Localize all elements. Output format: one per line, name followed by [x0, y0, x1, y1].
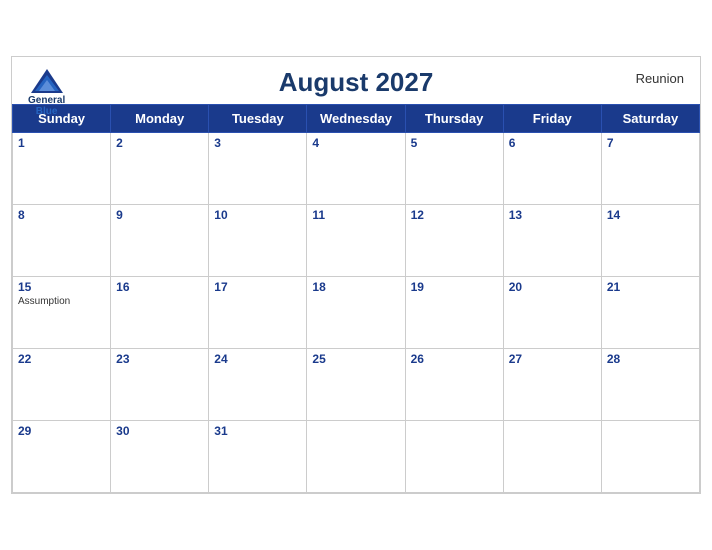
date-number: 25 — [312, 352, 399, 366]
calendar-day-cell: 26 — [405, 349, 503, 421]
calendar-day-cell — [307, 421, 405, 493]
calendar-day-cell: 7 — [601, 133, 699, 205]
date-number: 9 — [116, 208, 203, 222]
calendar-day-cell: 11 — [307, 205, 405, 277]
date-number: 19 — [411, 280, 498, 294]
calendar-week-row: 29 30 31 — [13, 421, 700, 493]
date-number: 26 — [411, 352, 498, 366]
calendar-day-cell: 17 — [209, 277, 307, 349]
calendar-title: August 2027 — [279, 67, 434, 98]
calendar-day-cell: 2 — [111, 133, 209, 205]
calendar-day-cell: 24 — [209, 349, 307, 421]
calendar-day-cell: 28 — [601, 349, 699, 421]
calendar-day-cell: 19 — [405, 277, 503, 349]
calendar-day-cell: 3 — [209, 133, 307, 205]
date-number: 8 — [18, 208, 105, 222]
logo-general-text: General — [28, 95, 65, 106]
header-friday: Friday — [503, 105, 601, 133]
calendar-day-cell: 14 — [601, 205, 699, 277]
calendar-day-cell: 21 — [601, 277, 699, 349]
region-label: Reunion — [636, 71, 684, 86]
date-number: 24 — [214, 352, 301, 366]
date-number: 13 — [509, 208, 596, 222]
date-number: 29 — [18, 424, 105, 438]
date-number: 4 — [312, 136, 399, 150]
calendar-day-cell: 29 — [13, 421, 111, 493]
date-number: 5 — [411, 136, 498, 150]
calendar-day-cell — [405, 421, 503, 493]
calendar-day-cell: 10 — [209, 205, 307, 277]
calendar-week-row: 1234567 — [13, 133, 700, 205]
header-saturday: Saturday — [601, 105, 699, 133]
calendar-day-cell: 30 — [111, 421, 209, 493]
weekday-header-row: Sunday Monday Tuesday Wednesday Thursday… — [13, 105, 700, 133]
calendar-day-cell: 13 — [503, 205, 601, 277]
calendar-body: 123456789101112131415Assumption161718192… — [13, 133, 700, 493]
date-number: 18 — [312, 280, 399, 294]
logo-area: General Blue — [28, 67, 65, 117]
date-number: 7 — [607, 136, 694, 150]
calendar-week-row: 89 10 11 12 13 14 — [13, 205, 700, 277]
calendar-day-cell: 5 — [405, 133, 503, 205]
date-number: 14 — [607, 208, 694, 222]
date-number: 28 — [607, 352, 694, 366]
calendar-day-cell: 20 — [503, 277, 601, 349]
date-number: 22 — [18, 352, 105, 366]
calendar-week-row: 15 Assumption 16 17 18 19 20 21 — [13, 277, 700, 349]
holiday-label: Assumption — [18, 296, 105, 307]
calendar-day-cell: 22 — [13, 349, 111, 421]
date-number: 27 — [509, 352, 596, 366]
calendar-day-cell: 8 — [13, 205, 111, 277]
calendar-day-cell — [601, 421, 699, 493]
date-number: 21 — [607, 280, 694, 294]
date-number: 15 — [18, 280, 105, 294]
calendar-day-cell: 9 — [111, 205, 209, 277]
calendar-day-cell: 1 — [13, 133, 111, 205]
calendar-day-cell: 4 — [307, 133, 405, 205]
calendar-day-cell — [503, 421, 601, 493]
calendar-day-cell: 15 Assumption — [13, 277, 111, 349]
calendar-header: General Blue August 2027 Reunion — [12, 57, 700, 104]
calendar-day-cell: 16 — [111, 277, 209, 349]
date-number: 12 — [411, 208, 498, 222]
date-number: 23 — [116, 352, 203, 366]
calendar-day-cell: 27 — [503, 349, 601, 421]
date-number: 20 — [509, 280, 596, 294]
calendar-day-cell: 18 — [307, 277, 405, 349]
calendar-week-row: 22 23 24 25 26 27 28 — [13, 349, 700, 421]
date-number: 11 — [312, 208, 399, 222]
date-number: 3 — [214, 136, 301, 150]
date-number: 6 — [509, 136, 596, 150]
calendar-container: General Blue August 2027 Reunion Sunday … — [11, 56, 701, 494]
date-number: 30 — [116, 424, 203, 438]
logo-blue-text: Blue — [36, 106, 58, 117]
header-tuesday: Tuesday — [209, 105, 307, 133]
date-number: 10 — [214, 208, 301, 222]
calendar-day-cell: 25 — [307, 349, 405, 421]
header-wednesday: Wednesday — [307, 105, 405, 133]
logo-icon — [29, 67, 65, 95]
date-number: 17 — [214, 280, 301, 294]
calendar-day-cell: 23 — [111, 349, 209, 421]
calendar-day-cell: 6 — [503, 133, 601, 205]
calendar-grid: Sunday Monday Tuesday Wednesday Thursday… — [12, 104, 700, 493]
header-thursday: Thursday — [405, 105, 503, 133]
date-number: 2 — [116, 136, 203, 150]
calendar-day-cell: 12 — [405, 205, 503, 277]
header-monday: Monday — [111, 105, 209, 133]
calendar-day-cell: 31 — [209, 421, 307, 493]
date-number: 1 — [18, 136, 105, 150]
date-number: 31 — [214, 424, 301, 438]
date-number: 16 — [116, 280, 203, 294]
